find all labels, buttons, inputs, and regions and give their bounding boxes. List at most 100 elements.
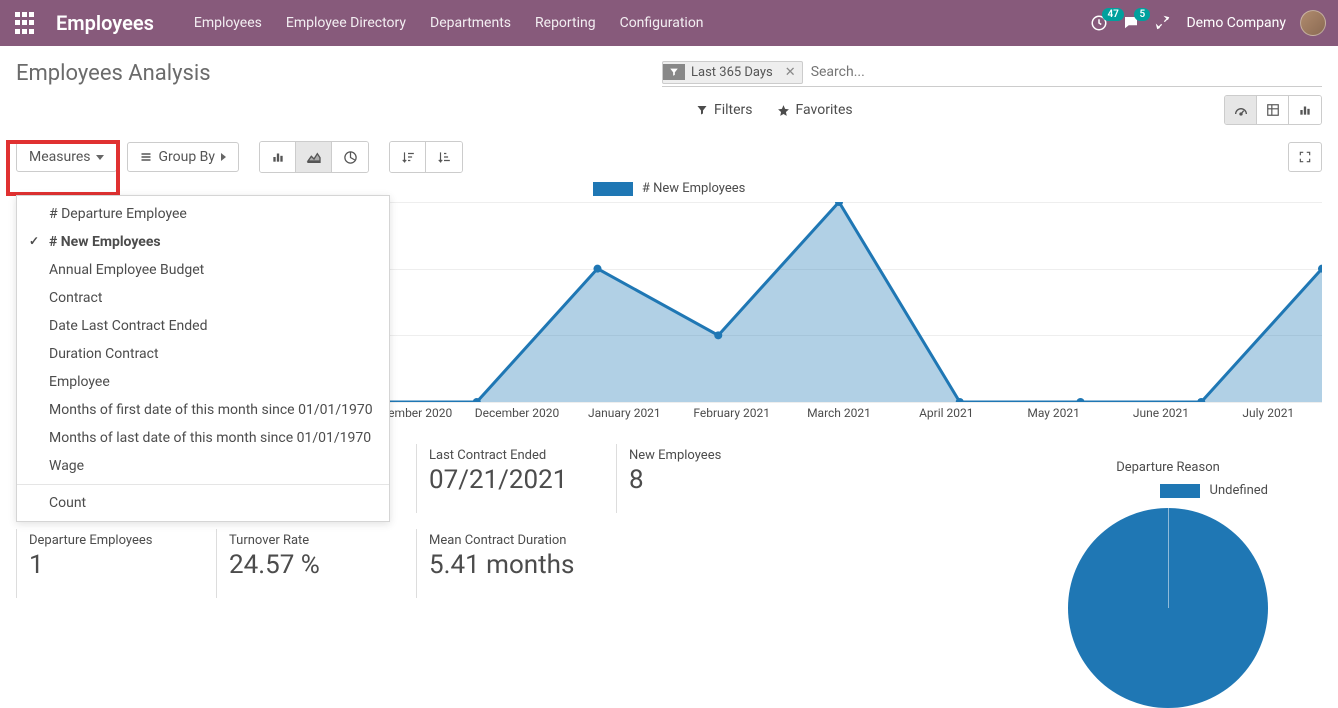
pie-chart-button[interactable] [332,142,368,172]
view-graph-button[interactable] [1289,96,1321,124]
sort-group [389,141,463,173]
nav-reporting[interactable]: Reporting [535,15,596,31]
top-navbar: Employees Employees Employee Directory D… [0,0,1338,46]
x-label: January 2021 [571,406,678,420]
bar-chart-icon [270,150,286,164]
chart-plot [356,202,1322,402]
pie-legend-swatch [1160,484,1200,498]
view-pivot-button[interactable] [1257,96,1289,124]
gauge-icon [1233,102,1249,118]
stat-card: Turnover Rate 24.57 % [216,529,416,598]
sort-asc-button[interactable] [426,142,462,172]
sort-desc-button[interactable] [390,142,426,172]
stat-label: Mean Contract Duration [429,533,634,548]
bar-chart-icon [1298,103,1312,117]
search-input[interactable] [803,60,1322,84]
measure-item-wage[interactable]: Wage [17,452,389,480]
line-chart-svg [356,202,1322,402]
view-dashboard-button[interactable] [1225,96,1257,124]
groupby-button[interactable]: Group By [127,142,239,172]
stat-value: 8 [629,465,794,495]
topbar-right: 47 5 Demo Company [1090,10,1326,36]
x-label: April 2021 [893,406,1000,420]
groupby-label: Group By [158,149,215,165]
fullscreen-button[interactable] [1288,142,1322,172]
pie-chart-icon [343,150,358,165]
line-chart-button[interactable] [296,142,332,172]
stat-value: 07/21/2021 [429,465,594,495]
favorites-label: Favorites [796,102,853,118]
caret-down-icon [96,155,104,160]
page-title: Employees Analysis [16,61,211,86]
stat-card: Last Contract Ended 07/21/2021 [416,444,616,513]
measures-button[interactable]: Measures [16,142,117,172]
filter-chip-label: Last 365 Days [685,62,779,83]
pie-title: Departure Reason [1028,460,1308,475]
measure-item-months-first[interactable]: Months of first date of this month since… [17,396,389,424]
bar-chart-button[interactable] [260,142,296,172]
filter-chip[interactable]: Last 365 Days ✕ [662,61,803,84]
measure-item-months-last[interactable]: Months of last date of this month since … [17,424,389,452]
measure-item-date-last-contract[interactable]: Date Last Contract Ended [17,312,389,340]
x-label: December 2020 [463,406,570,420]
nav-departments[interactable]: Departments [430,15,511,31]
x-label: March 2021 [785,406,892,420]
search-area: Last 365 Days ✕ [662,60,1322,87]
subheader: Employees Analysis Last 365 Days ✕ [0,46,1338,87]
x-axis-labels: November 2020 December 2020 January 2021… [356,402,1322,420]
nav-configuration[interactable]: Configuration [620,15,704,31]
settings-icon[interactable] [1154,14,1172,32]
company-name[interactable]: Demo Company [1186,15,1286,31]
sort-desc-icon [400,150,416,164]
table-icon [1266,103,1280,117]
sort-asc-icon [436,150,452,164]
pie-legend-label: Undefined [1210,483,1268,498]
area-chart-icon [306,150,322,164]
measure-item-new-employees[interactable]: # New Employees [17,228,389,256]
messages-badge: 5 [1134,8,1150,21]
funnel-icon [663,64,685,80]
funnel-icon [696,104,708,116]
activity-button[interactable]: 47 [1090,14,1108,32]
stat-label: Turnover Rate [229,533,394,548]
chart-type-group [259,141,369,173]
measure-item-count[interactable]: Count [17,489,389,517]
nav-employee-directory[interactable]: Employee Directory [286,15,406,31]
x-label: February 2021 [678,406,785,420]
favorites-button[interactable]: Favorites [777,102,853,118]
nav-employees[interactable]: Employees [194,15,262,31]
stat-value: 1 [29,550,194,580]
legend-label: # New Employees [642,181,746,196]
filters-label: Filters [714,102,753,118]
measure-item-annual-budget[interactable]: Annual Employee Budget [17,256,389,284]
stat-label: Departure Employees [29,533,194,548]
filters-button[interactable]: Filters [696,102,753,118]
messages-button[interactable]: 5 [1122,14,1140,32]
star-icon [777,104,790,117]
legend-swatch [593,182,633,196]
stat-label: New Employees [629,448,794,463]
filter-chip-close[interactable]: ✕ [779,62,802,83]
stat-value: 24.57 % [229,550,394,580]
measure-item-employee[interactable]: Employee [17,368,389,396]
stat-card: Departure Employees 1 [16,529,216,598]
dropdown-separator [17,484,389,485]
apps-icon[interactable] [12,11,36,35]
avatar[interactable] [1300,10,1326,36]
x-label: July 2021 [1215,406,1322,420]
caret-right-icon [221,153,226,161]
measures-label: Measures [29,149,90,165]
stat-card: New Employees 8 [616,444,816,513]
app-brand: Employees [56,11,154,35]
activity-badge: 47 [1102,8,1123,21]
pie-legend: Undefined [1028,483,1308,498]
list-icon [140,152,152,162]
measure-item-departure-employee[interactable]: # Departure Employee [17,200,389,228]
measure-item-duration-contract[interactable]: Duration Contract [17,340,389,368]
measure-item-contract[interactable]: Contract [17,284,389,312]
x-label: May 2021 [1000,406,1107,420]
measures-dropdown: # Departure Employee # New Employees Ann… [16,195,390,522]
pie-container: Departure Reason Undefined [1028,460,1308,708]
expand-icon [1298,150,1312,164]
view-switcher [1224,95,1322,125]
